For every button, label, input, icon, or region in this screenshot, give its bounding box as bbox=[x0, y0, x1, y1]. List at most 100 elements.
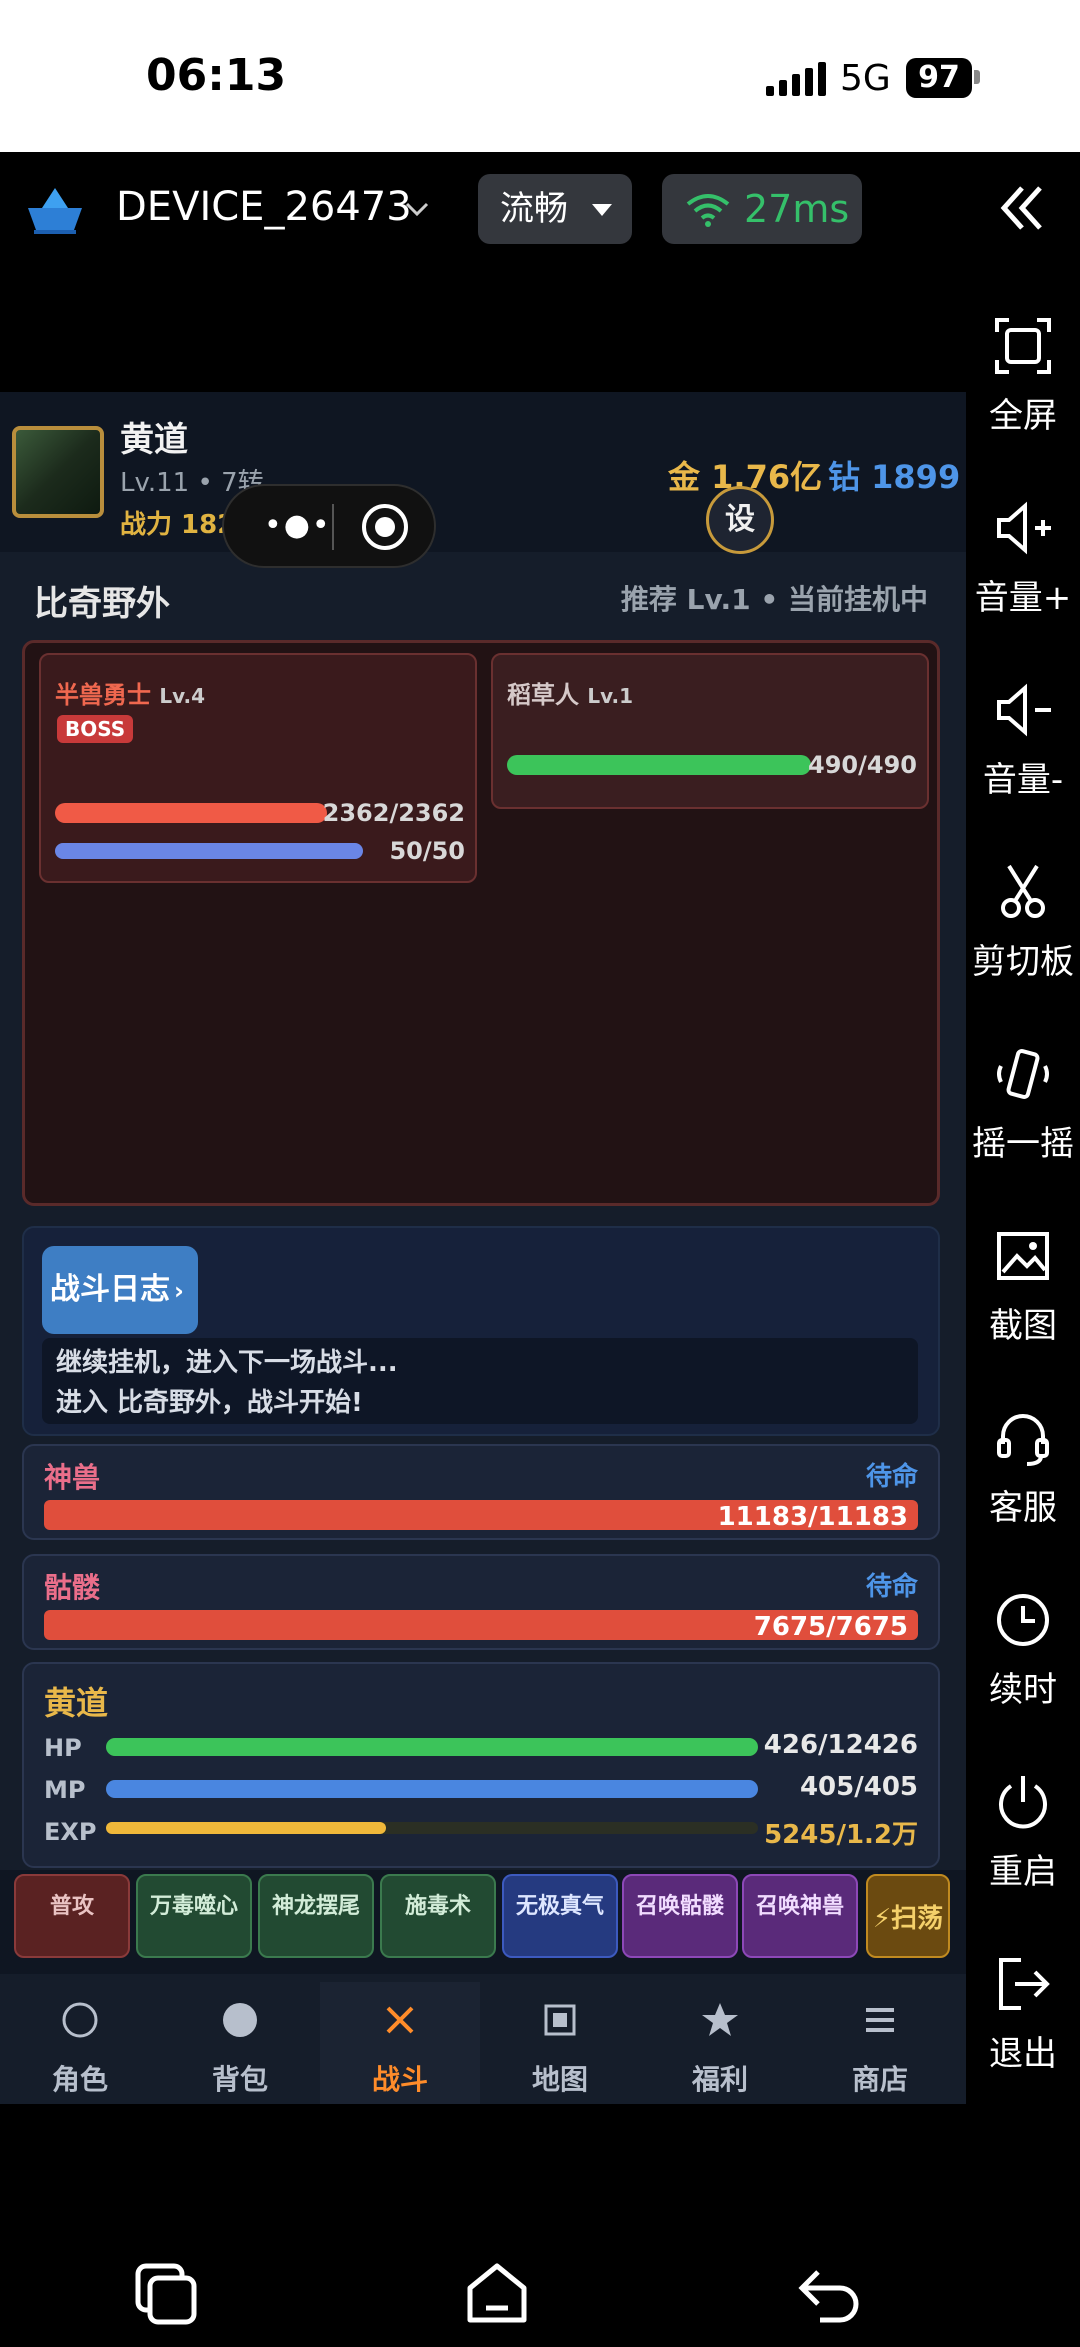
avatar[interactable] bbox=[12, 426, 104, 518]
skill-button[interactable]: 召唤骷髅 bbox=[622, 1874, 738, 1958]
wifi-icon bbox=[686, 194, 730, 227]
monster-card[interactable]: 稻草人 Lv.1 490/490 bbox=[491, 653, 929, 809]
home-icon[interactable] bbox=[462, 2258, 532, 2328]
player-stats-card: 黄道 HP 426/12426 MP 405/405 EXP 5245/1.2万 bbox=[22, 1662, 940, 1868]
circle-filled-icon bbox=[223, 2003, 257, 2037]
menu-icon bbox=[866, 2008, 894, 2032]
mp-bar-track bbox=[106, 1780, 758, 1798]
boss-badge: BOSS bbox=[57, 715, 134, 743]
support-button[interactable]: 客服 bbox=[966, 1406, 1080, 1529]
cross-icon bbox=[386, 2006, 414, 2034]
monster-name: 稻草人 Lv.1 bbox=[507, 675, 633, 710]
skill-button[interactable]: 召唤神兽 bbox=[742, 1874, 858, 1958]
recent-apps-icon[interactable] bbox=[130, 2258, 200, 2328]
settings-button[interactable]: 设 bbox=[706, 486, 774, 554]
bottom-tab-bar: 角色 背包 战斗 地图 福利 商店 bbox=[0, 1982, 966, 2104]
fullscreen-icon bbox=[995, 318, 1051, 374]
skill-button[interactable]: 普攻 bbox=[14, 1874, 130, 1958]
monster-hp-value: 2362/2362 bbox=[322, 799, 465, 827]
side-label: 摇一摇 bbox=[972, 1124, 1074, 1164]
pet-name: 神兽 bbox=[44, 1461, 101, 1494]
shake-button[interactable]: 摇一摇 bbox=[966, 1042, 1080, 1165]
renew-time-button[interactable]: 续时 bbox=[966, 1588, 1080, 1711]
collapse-panel-icon[interactable] bbox=[996, 182, 1048, 234]
zone-name: 比奇野外 bbox=[34, 584, 170, 624]
exp-label: EXP bbox=[44, 1818, 97, 1846]
diamond-amount: 钻 1899 bbox=[828, 458, 961, 496]
monster-hp-bar bbox=[55, 803, 327, 823]
tab-battle[interactable]: 战斗 bbox=[320, 1982, 480, 2104]
more-dots-icon[interactable]: •●• bbox=[264, 508, 332, 543]
side-label: 剪切板 bbox=[972, 942, 1074, 982]
quality-dropdown[interactable]: 流畅 bbox=[478, 174, 632, 244]
tab-character[interactable]: 角色 bbox=[0, 1982, 160, 2104]
status-time: 06:13 bbox=[146, 50, 287, 101]
fullscreen-button[interactable]: 全屏 bbox=[966, 314, 1080, 437]
tab-label: 福利 bbox=[691, 2063, 748, 2096]
tab-label: 商店 bbox=[851, 2063, 908, 2096]
side-label: 全屏 bbox=[989, 396, 1057, 436]
battery-tip bbox=[974, 70, 980, 84]
battle-log-content: 继续挂机，进入下一场战斗... 进入 比奇野外，战斗开始! bbox=[42, 1338, 918, 1424]
log-line: 继续挂机，进入下一场战斗... bbox=[56, 1348, 398, 1378]
skill-button[interactable]: 神龙摆尾 bbox=[258, 1874, 374, 1958]
monster-name-text: 半兽勇士 bbox=[55, 681, 151, 709]
chevron-down-icon[interactable] bbox=[404, 196, 430, 222]
exit-button[interactable]: 退出 bbox=[966, 1952, 1080, 2075]
skill-button[interactable]: 施毒术 bbox=[380, 1874, 496, 1958]
status-bar: 06:13 5G 97 bbox=[0, 0, 1080, 152]
mp-bar bbox=[106, 1780, 758, 1798]
side-panel: 全屏 音量+ 音量- 剪切板 摇一摇 截图 客服 续时 重启 退出 bbox=[966, 300, 1080, 2100]
screenshot-button[interactable]: 截图 bbox=[966, 1224, 1080, 1347]
quality-label: 流畅 bbox=[500, 189, 568, 229]
hp-value: 426/12426 bbox=[763, 1730, 918, 1760]
skill-button[interactable]: 万毒噬心 bbox=[136, 1874, 252, 1958]
side-label: 退出 bbox=[989, 2034, 1057, 2074]
system-nav-bar bbox=[0, 2210, 1080, 2347]
exp-bar bbox=[106, 1822, 386, 1834]
battle-log-button[interactable]: 战斗日志 › bbox=[42, 1246, 198, 1334]
pet-name: 骷髅 bbox=[44, 1571, 101, 1604]
circle-outline-icon bbox=[62, 2002, 98, 2038]
battle-field: 半兽勇士 Lv.4 BOSS 2362/2362 50/50 稻草人 Lv.1 … bbox=[22, 640, 940, 1206]
tab-welfare[interactable]: 福利 bbox=[640, 1982, 800, 2104]
monster-name-text: 稻草人 bbox=[507, 681, 579, 709]
zone-info: 推荐 Lv.1 • 当前挂机中 bbox=[620, 583, 928, 616]
mini-program-capsule: •●• bbox=[222, 484, 436, 568]
monster-level: Lv.1 bbox=[587, 684, 634, 708]
pet-card[interactable]: 神兽 待命 11183/11183 bbox=[22, 1444, 940, 1540]
volume-down-button[interactable]: 音量- bbox=[966, 678, 1080, 801]
monster-hp-value: 490/490 bbox=[808, 751, 917, 779]
tab-map[interactable]: 地图 bbox=[480, 1982, 640, 2104]
pet-hp-value: 11183/11183 bbox=[717, 1502, 908, 1532]
back-icon[interactable] bbox=[794, 2258, 864, 2328]
scissors-icon bbox=[1001, 864, 1045, 918]
pet-card[interactable]: 骷髅 待命 7675/7675 bbox=[22, 1554, 940, 1650]
pet-hp-value: 7675/7675 bbox=[753, 1612, 908, 1642]
restart-button[interactable]: 重启 bbox=[966, 1770, 1080, 1893]
player-name: 黄道 bbox=[120, 420, 188, 460]
skill-button[interactable]: 无极真气 bbox=[502, 1874, 618, 1958]
monster-level: Lv.4 bbox=[159, 684, 206, 708]
side-label: 截图 bbox=[989, 1306, 1057, 1346]
ping-indicator: 27ms bbox=[662, 174, 862, 244]
battery-icon: 97 bbox=[906, 58, 972, 98]
remote-toolbar: DEVICE_26473 流畅 27ms bbox=[0, 152, 1080, 392]
clipboard-button[interactable]: 剪切板 bbox=[966, 860, 1080, 983]
side-label: 音量+ bbox=[974, 578, 1072, 618]
record-icon[interactable] bbox=[362, 504, 408, 550]
battle-log-label: 战斗日志 bbox=[50, 1272, 170, 1307]
monster-card[interactable]: 半兽勇士 Lv.4 BOSS 2362/2362 50/50 bbox=[39, 653, 477, 883]
device-name[interactable]: DEVICE_26473 bbox=[116, 184, 412, 230]
volume-up-button[interactable]: 音量+ bbox=[966, 496, 1080, 619]
volume-down-icon bbox=[997, 683, 1051, 737]
player-stats-name: 黄道 bbox=[44, 1684, 109, 1722]
tab-shop[interactable]: 商店 bbox=[800, 1982, 960, 2104]
tab-bag[interactable]: 背包 bbox=[160, 1982, 320, 2104]
sweep-button[interactable]: ⚡扫荡 bbox=[866, 1874, 950, 1958]
clock-icon bbox=[997, 1594, 1049, 1646]
exp-bar-track bbox=[106, 1822, 758, 1834]
caret-down-icon bbox=[592, 204, 612, 216]
network-type: 5G bbox=[840, 58, 891, 99]
capsule-divider bbox=[332, 504, 334, 550]
